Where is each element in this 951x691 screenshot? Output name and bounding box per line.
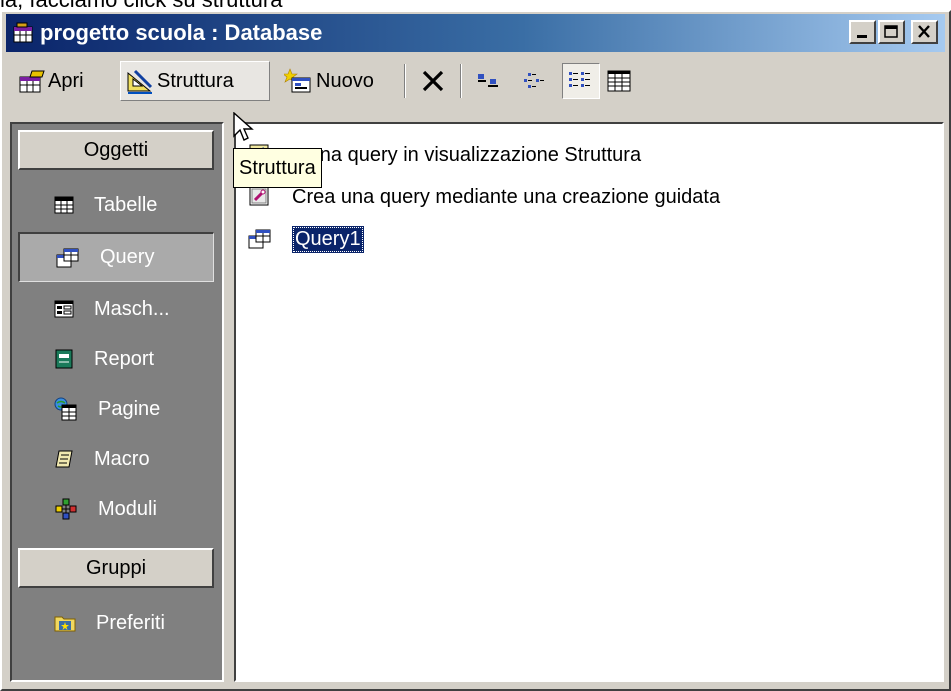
- minimize-button[interactable]: [849, 20, 876, 44]
- sidebar-item-report[interactable]: Report: [18, 334, 214, 384]
- sidebar-item-label: Report: [94, 347, 155, 370]
- sidebar-item-label: Tabelle: [94, 193, 158, 216]
- object-list: a una query in visualizzazione Struttura…: [234, 122, 944, 682]
- new-icon: [284, 68, 311, 93]
- wizard-icon: [249, 186, 269, 206]
- objects-group-header[interactable]: Oggetti: [18, 130, 214, 170]
- window-title: progetto scuola : Database: [40, 20, 323, 45]
- query-icon: [56, 248, 79, 267]
- small-icons-button[interactable]: [518, 61, 554, 101]
- macro-icon: [55, 450, 73, 468]
- mouse-cursor-icon: [233, 112, 254, 141]
- details-view-button[interactable]: [602, 61, 638, 101]
- small-icons-icon: [524, 73, 544, 88]
- large-icons-button[interactable]: [472, 61, 510, 101]
- open-icon: [19, 70, 45, 93]
- page-icon: [54, 397, 77, 421]
- tooltip: Struttura: [233, 148, 322, 188]
- toolbar-separator: [460, 64, 462, 98]
- list-item-label: Query1: [292, 225, 364, 253]
- delete-button[interactable]: [416, 61, 452, 101]
- query-icon: [248, 229, 271, 249]
- favorites-icon: [54, 616, 76, 632]
- sidebar-item-maschere[interactable]: Masch...: [18, 284, 214, 334]
- database-window: progetto scuola : Database Apri Struttur…: [0, 10, 951, 691]
- sidebar-item-macro[interactable]: Macro: [18, 434, 214, 484]
- maximize-icon: [884, 25, 898, 38]
- sidebar-item-label: Masch...: [94, 297, 170, 320]
- sidebar-item-label: Moduli: [98, 497, 157, 520]
- apri-label: Apri: [48, 69, 84, 92]
- form-icon: [54, 300, 74, 318]
- struttura-button[interactable]: Struttura: [120, 61, 270, 101]
- apri-button[interactable]: Apri: [14, 61, 88, 101]
- design-icon: [127, 69, 153, 94]
- report-icon: [55, 349, 73, 369]
- sidebar-item-label: Query: [100, 246, 155, 268]
- toolbar-separator: [404, 64, 406, 98]
- list-icon: [569, 72, 590, 87]
- groups-group-header[interactable]: Gruppi: [18, 548, 214, 588]
- toolbar: Apri Struttura Nuovo: [6, 58, 945, 108]
- nuovo-button[interactable]: Nuovo: [280, 61, 378, 101]
- details-icon: [607, 70, 631, 92]
- maximize-button[interactable]: [878, 20, 905, 44]
- title-bar[interactable]: progetto scuola : Database: [6, 14, 945, 52]
- sidebar-item-preferiti[interactable]: Preferiti: [18, 598, 214, 648]
- objects-bar: Oggetti Tabelle Query Masch... Report Pa…: [10, 122, 224, 682]
- struttura-label: Struttura: [157, 69, 234, 92]
- database-icon: [13, 22, 33, 43]
- close-icon: [918, 25, 930, 38]
- sidebar-item-moduli[interactable]: Moduli: [18, 484, 214, 534]
- sidebar-item-label: Preferiti: [96, 611, 165, 634]
- minimize-icon: [857, 35, 867, 38]
- sidebar-item-label: Pagine: [98, 397, 161, 420]
- list-view-button[interactable]: [562, 63, 600, 99]
- sidebar-item-tabelle[interactable]: Tabelle: [18, 180, 214, 230]
- delete-icon: [422, 70, 444, 92]
- list-item-label: a una query in visualizzazione Struttura: [292, 143, 642, 166]
- large-icons-icon: [478, 74, 498, 87]
- sidebar-item-query[interactable]: Query: [18, 232, 214, 282]
- sidebar-item-label: Macro: [94, 447, 150, 470]
- close-button[interactable]: [911, 20, 938, 44]
- module-icon: [55, 498, 77, 520]
- nuovo-label: Nuovo: [316, 69, 374, 92]
- sidebar-item-pagine[interactable]: Pagine: [18, 384, 214, 434]
- table-icon: [54, 196, 74, 214]
- list-item[interactable]: Query1: [248, 222, 364, 256]
- list-item-label: Crea una query mediante una creazione gu…: [292, 185, 721, 208]
